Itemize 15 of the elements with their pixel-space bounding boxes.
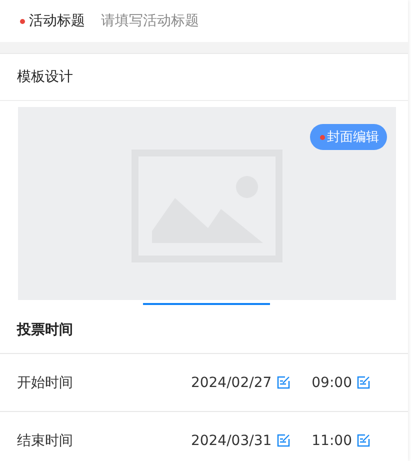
edit-icon[interactable]: [357, 434, 370, 447]
row-label: 结束时间: [17, 432, 73, 450]
edit-icon[interactable]: [357, 376, 370, 389]
input-field[interactable]: 请填写活动标题: [99, 12, 408, 30]
date-value: 2024/03/31: [190, 432, 272, 448]
field-label: 活动标题: [29, 12, 85, 30]
date-value: 2024/02/27: [190, 374, 272, 390]
edit-icon[interactable]: [276, 376, 290, 389]
edit-icon[interactable]: [276, 434, 290, 447]
time-value: 09:00: [312, 374, 352, 390]
section-title: 投票时间: [17, 320, 73, 338]
cover-edit-button[interactable]: 封面编辑: [310, 124, 387, 150]
time-value: 11:00: [312, 432, 352, 448]
section-title: 模板设计: [17, 68, 73, 86]
row-label: 开始时间: [17, 374, 73, 392]
